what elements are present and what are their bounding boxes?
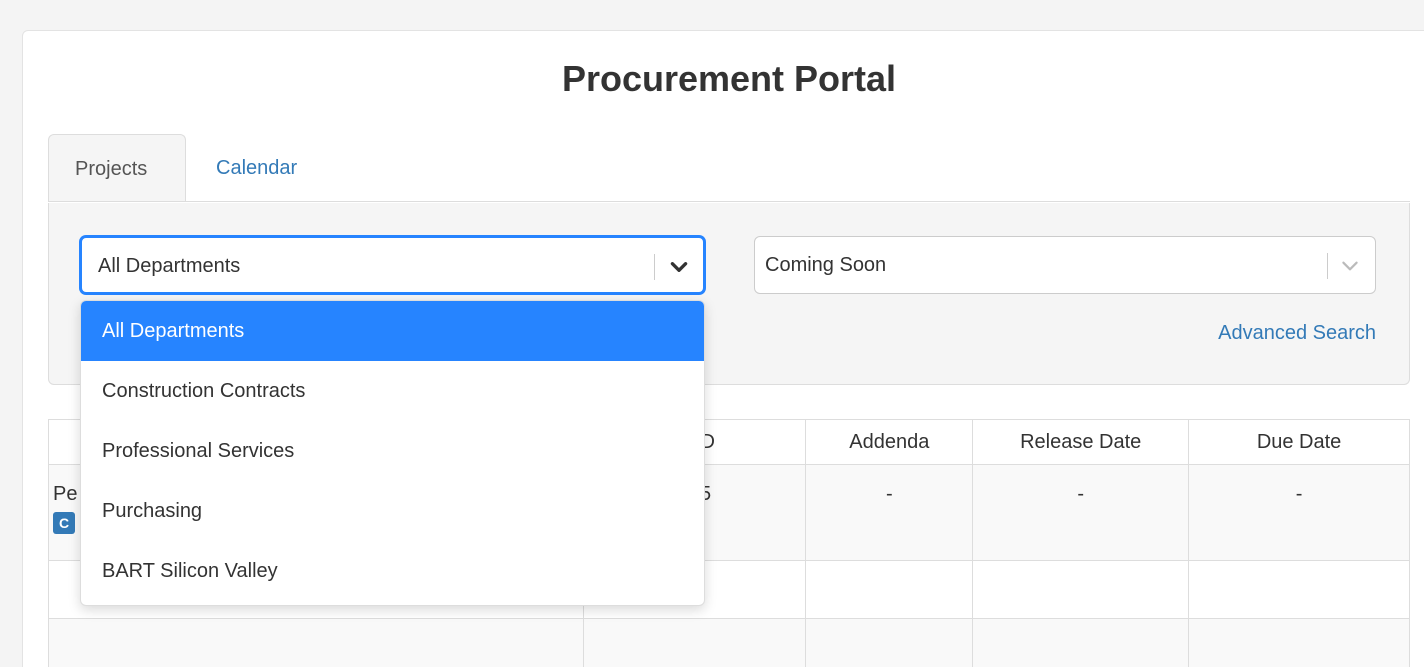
select-separator [654,254,655,280]
table-cell [1188,618,1410,667]
dropdown-option-construction-contracts[interactable]: Construction Contracts [81,361,704,421]
dropdown-option-purchasing[interactable]: Purchasing [81,481,704,541]
department-dropdown-menu: All Departments Construction Contracts P… [80,300,705,606]
table-cell [972,618,1190,667]
due-date-value: - [1295,483,1303,505]
table-cell [805,560,974,619]
release-date-value: - [1077,483,1085,505]
status-select-value: Coming Soon [765,254,887,276]
table-row [48,618,1410,667]
addenda-value: - [885,483,893,505]
page-title: Procurement Portal [561,58,897,99]
status-select[interactable]: Coming Soon [754,236,1376,294]
table-cell [805,618,974,667]
tab-calendar[interactable]: Calendar [190,134,323,202]
department-select[interactable]: All Departments [80,236,705,294]
department-select-value: All Departments [98,255,241,277]
due-date-cell: - [1188,464,1410,561]
dropdown-option-professional-services[interactable]: Professional Services [81,421,704,481]
tab-projects[interactable]: Projects [48,134,186,202]
table-cell [1188,560,1410,619]
table-header-addenda[interactable]: Addenda [805,419,974,465]
chevron-down-icon[interactable] [668,256,690,278]
dropdown-option-all-departments[interactable]: All Departments [81,301,704,361]
release-date-cell: - [972,464,1190,561]
tab-divider [48,201,1410,202]
advanced-search-link[interactable]: Advanced Search [1218,322,1376,345]
table-cell [582,618,807,667]
dropdown-option-bart-silicon-valley[interactable]: BART Silicon Valley [81,541,704,601]
table-cell [48,618,584,667]
status-badge: C [53,512,76,534]
table-cell [972,560,1190,619]
table-header-release-date[interactable]: Release Date [972,419,1190,465]
chevron-down-icon[interactable] [1339,255,1361,277]
addenda-cell: - [805,464,974,561]
select-separator [1327,253,1328,279]
table-header-due-date[interactable]: Due Date [1188,419,1410,465]
